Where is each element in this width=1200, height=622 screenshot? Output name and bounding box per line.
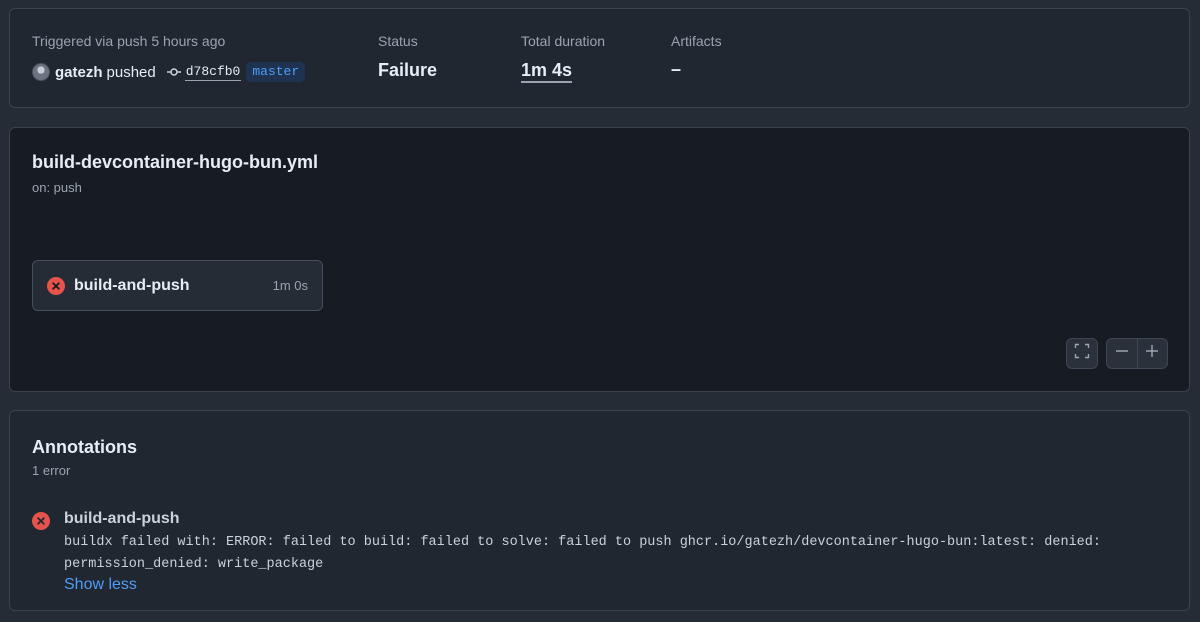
annotations-count: 1 error <box>32 463 71 478</box>
job-duration: 1m 0s <box>272 278 308 293</box>
branch-badge[interactable]: master <box>246 62 306 82</box>
annotations-card: Annotations 1 error build-and-push build… <box>9 410 1190 611</box>
minus-icon <box>1115 344 1129 363</box>
workflow-trigger: on: push <box>32 180 82 195</box>
zoom-in-button[interactable] <box>1136 339 1168 368</box>
git-commit-icon <box>166 64 182 80</box>
zoom-out-button[interactable] <box>1107 339 1137 368</box>
run-summary-card: Triggered via push 5 hours ago gatezh pu… <box>9 8 1190 108</box>
duration-link[interactable]: 1m 4s <box>521 60 573 83</box>
x-circle-fill-icon <box>32 512 50 530</box>
artifacts-value: – <box>671 59 682 79</box>
pushed-text: pushed <box>106 63 156 81</box>
fullscreen-icon <box>1074 343 1090 364</box>
job-name: build-and-push <box>74 277 190 294</box>
status-value: Failure <box>378 60 438 80</box>
avatar[interactable] <box>32 63 50 81</box>
commit-sha-link[interactable]: d78cfb0 <box>184 64 242 81</box>
x-circle-fill-icon <box>47 277 65 295</box>
workflow-graph-card: build-devcontainer-hugo-bun.yml on: push… <box>9 127 1190 392</box>
trigger-label: Triggered via push 5 hours ago <box>32 33 226 49</box>
user-link[interactable]: gatezh <box>55 64 103 81</box>
duration-value[interactable]: 1m 4s <box>521 60 573 83</box>
annotation-message: buildx failed with: ERROR: failed to bui… <box>64 535 1101 572</box>
job-node-build-and-push[interactable]: build-and-push 1m 0s <box>32 260 323 311</box>
annotation-job-name[interactable]: build-and-push <box>64 510 180 528</box>
zoom-controls <box>1106 338 1168 369</box>
show-less-link[interactable]: Show less <box>64 576 137 594</box>
workflow-file-name: build-devcontainer-hugo-bun.yml <box>32 152 318 172</box>
fullscreen-button[interactable] <box>1066 338 1098 369</box>
artifacts-label: Artifacts <box>671 33 722 49</box>
trigger-row: gatezh pushed d78cfb0 master <box>32 62 306 82</box>
plus-icon <box>1145 344 1159 363</box>
annotations-title: Annotations <box>32 437 137 457</box>
duration-label: Total duration <box>521 33 606 49</box>
status-label: Status <box>378 33 418 49</box>
